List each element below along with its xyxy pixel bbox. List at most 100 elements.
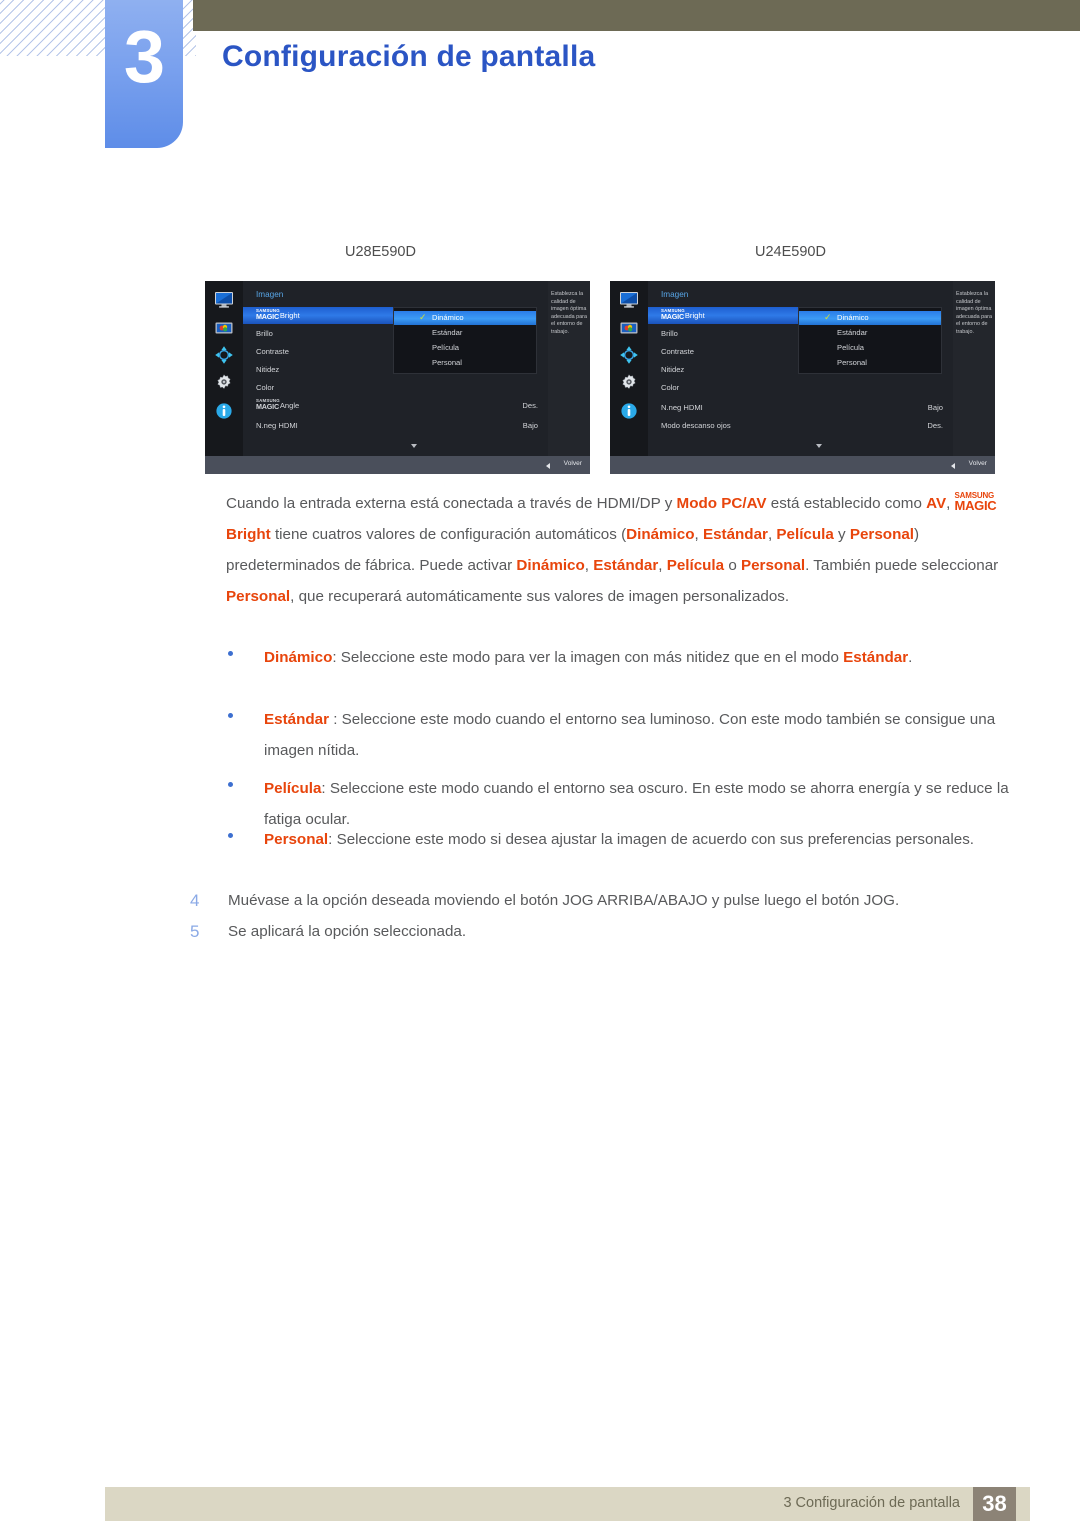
osd-row-magicangle[interactable]: SAMSUNG MAGIC Angle Des.	[256, 397, 546, 414]
osd-menu-title: Imagen	[256, 290, 284, 299]
intro-text-10: ,	[658, 557, 667, 574]
bullet-term: Personal	[264, 831, 329, 848]
bullet-dot-icon	[228, 651, 233, 656]
osd-row-nneg-hdmi[interactable]: N.neg HDMI Bajo	[256, 417, 546, 434]
page-title: Configuración de pantalla	[222, 40, 596, 73]
osd-bottom-bar: Volver	[205, 456, 590, 474]
osd-menu-title: Imagen	[661, 290, 689, 299]
picture-settings-icon	[619, 318, 639, 338]
footer-bar: 3 Configuración de pantalla 38	[105, 1487, 1030, 1521]
osd-back-label[interactable]: Volver	[564, 460, 582, 467]
term-personal-3: Personal	[226, 588, 291, 605]
step-text: Muévase a la opción deseada moviendo el …	[228, 892, 900, 909]
osd-row-nneg-hdmi[interactable]: N.neg HDMI Bajo	[661, 399, 951, 416]
osd-back-label[interactable]: Volver	[969, 460, 987, 467]
list-item: Estándar : Seleccione este modo cuando e…	[228, 704, 1018, 766]
osd-submenu-item-dinamico[interactable]: ✓ Dinámico	[394, 311, 536, 325]
check-icon: ✓	[419, 312, 427, 322]
check-icon: ✓	[824, 312, 832, 322]
bullet-term: Película	[264, 780, 322, 797]
bullet-term-secondary: Estándar	[843, 649, 909, 666]
osd-screenshot-u28e590d: Imagen SAMSUNG MAGIC Bright Brillo Contr…	[205, 281, 590, 474]
numbered-step: 4 Muévase a la opción deseada moviendo e…	[190, 887, 1020, 915]
osd-row-color[interactable]: Color	[661, 379, 901, 396]
model-label-right: U24E590D	[755, 244, 826, 260]
bullet-dot-icon	[228, 833, 233, 838]
bullet-body: : Seleccione este modo cuando el entorno…	[264, 780, 1009, 828]
header-olive-bar	[193, 0, 1080, 31]
model-label-left: U28E590D	[345, 244, 416, 260]
osd-icon-sidebar	[205, 281, 243, 456]
osd-row-modo-descanso-ojos[interactable]: Modo descanso ojos Des.	[661, 417, 951, 434]
back-arrow-icon	[546, 463, 550, 469]
info-icon	[619, 401, 639, 421]
osd-value-magicangle: Des.	[522, 401, 538, 410]
intro-text-11: o	[724, 557, 741, 574]
term-modo-pc-av: Modo PC/AV	[676, 495, 767, 512]
bullet-body: : Seleccione este modo para ver la image…	[332, 649, 844, 666]
bullet-text: Estándar : Seleccione este modo cuando e…	[264, 704, 1018, 766]
gear-icon	[214, 373, 234, 393]
osd-description-text: Establezca la calidad de imagen óptima a…	[551, 291, 587, 335]
osd-row-color[interactable]: Color	[256, 379, 496, 396]
numbered-step: 5 Se aplicará la opción seleccionada.	[190, 918, 1020, 946]
intro-text-7: y	[833, 526, 850, 543]
intro-text-1: Cuando la entrada externa está conectada…	[226, 495, 677, 512]
bullet-dot-icon	[228, 713, 233, 718]
step-number: 4	[190, 891, 200, 910]
osd-value-nneg-hdmi: Bajo	[927, 403, 943, 412]
term-dinamico-1: Dinámico	[626, 526, 695, 543]
gear-icon	[619, 373, 639, 393]
intro-text-9: ,	[584, 557, 594, 574]
osd-bottom-bar: Volver	[610, 456, 995, 474]
term-magicbright: Bright	[226, 526, 271, 543]
osd-submenu-item-dinamico[interactable]: ✓ Dinámico	[799, 311, 941, 325]
bullet-body-end: .	[908, 649, 913, 666]
osd-submenu-item-pelicula[interactable]: Película	[394, 341, 536, 355]
picture-settings-icon	[214, 318, 234, 338]
osd-value-modo-descanso-ojos: Des.	[927, 421, 943, 430]
list-item: Dinámico: Seleccione este modo para ver …	[228, 642, 1018, 673]
magic-logo: SAMSUNG MAGIC	[256, 308, 280, 321]
bullet-dot-icon	[228, 782, 233, 787]
osd-value-nneg-hdmi: Bajo	[522, 421, 538, 430]
osd-icon-sidebar	[610, 281, 648, 456]
term-dinamico-2: Dinámico	[516, 557, 585, 574]
bullet-body: : Seleccione este modo cuando el entorno…	[264, 711, 996, 759]
osd-menu-panel: Imagen SAMSUNG MAGIC Bright Brillo Contr…	[243, 281, 548, 456]
back-arrow-icon	[951, 463, 955, 469]
osd-menu-panel: Imagen SAMSUNG MAGIC Bright Brillo Contr…	[648, 281, 953, 456]
osd-submenu-item-estandar[interactable]: Estándar	[394, 326, 536, 340]
chapter-number-block: 3	[105, 0, 183, 148]
step-number: 5	[190, 922, 200, 941]
page-number: 38	[973, 1487, 1016, 1521]
osd-description-panel: Establezca la calidad de imagen óptima a…	[548, 281, 590, 456]
monitor-icon	[619, 290, 639, 310]
step-text: Se aplicará la opción seleccionada.	[228, 923, 467, 940]
bullet-text: Dinámico: Seleccione este modo para ver …	[264, 642, 1018, 673]
bullet-text: Personal: Seleccione este modo si desea …	[264, 824, 1018, 855]
bullet-body: : Seleccione este modo si desea ajustar …	[328, 831, 975, 848]
scroll-down-caret-icon	[411, 444, 417, 448]
term-pelicula-2: Película	[666, 557, 725, 574]
bullet-term: Estándar	[264, 711, 329, 728]
intro-text-4: tiene cuatros valores de configuración a…	[270, 526, 627, 543]
term-estandar-1: Estándar	[702, 526, 768, 543]
intro-text-12: . También puede seleccionar	[805, 557, 999, 574]
bullet-term: Dinámico	[264, 649, 333, 666]
osd-submenu-item-personal[interactable]: Personal	[799, 356, 941, 370]
osd-submenu-item-personal[interactable]: Personal	[394, 356, 536, 370]
intro-text-3: ,	[946, 495, 955, 512]
footer-chapter-label: 3 Configuración de pantalla	[783, 1495, 960, 1511]
term-av: AV	[926, 495, 947, 512]
term-estandar-2: Estándar	[593, 557, 659, 574]
scroll-down-caret-icon	[816, 444, 822, 448]
magic-logo-inline: SAMSUNG MAGIC	[954, 491, 997, 513]
osd-submenu-item-pelicula[interactable]: Película	[799, 341, 941, 355]
osd-submenu-item-estandar[interactable]: Estándar	[799, 326, 941, 340]
info-icon	[214, 401, 234, 421]
osd-submenu-magicbright: ✓ Dinámico Estándar Película Personal	[798, 307, 942, 374]
intro-paragraph: Cuando la entrada externa está conectada…	[226, 488, 1016, 612]
term-personal-1: Personal	[849, 526, 915, 543]
osd-submenu-magicbright: ✓ Dinámico Estándar Película Personal	[393, 307, 537, 374]
